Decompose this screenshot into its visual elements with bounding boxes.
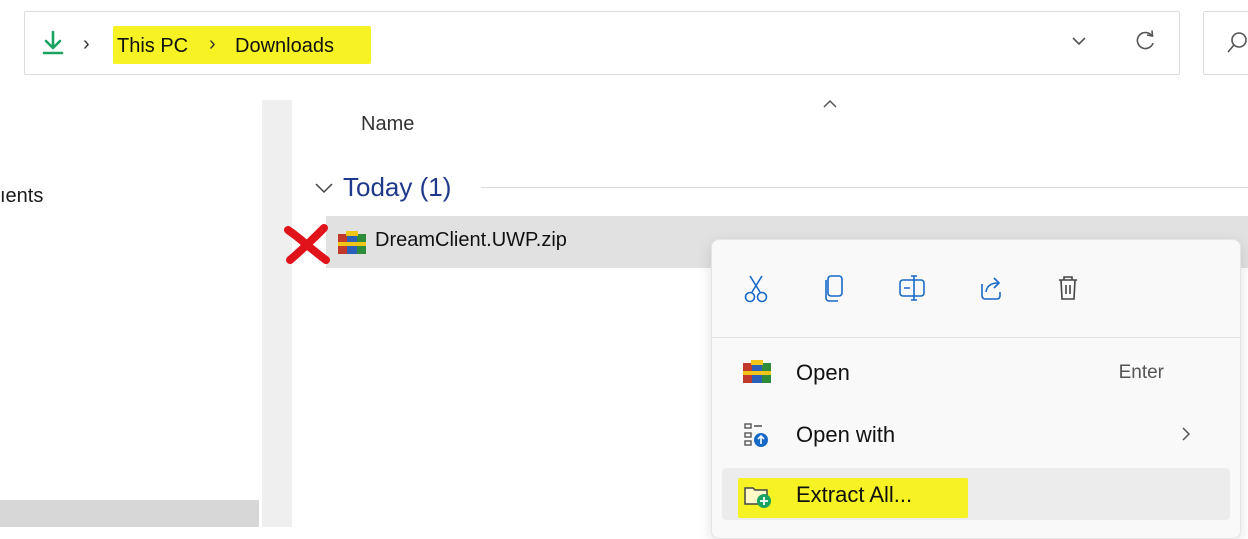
menu-item-open-with[interactable]: Open with xyxy=(722,408,1230,460)
open-with-icon xyxy=(744,423,768,447)
nav-item-documents[interactable]: ıents xyxy=(0,185,43,208)
chevron-right-icon xyxy=(1182,427,1191,441)
nav-pane-scrollbar[interactable] xyxy=(262,100,292,527)
context-menu-divider xyxy=(712,337,1240,338)
menu-item-label: Open with xyxy=(796,422,896,447)
sort-ascending-icon xyxy=(823,99,837,108)
column-header-name[interactable]: Name xyxy=(361,113,414,136)
address-bar[interactable]: › This PC › Downloads xyxy=(24,11,1180,75)
breadcrumb-separator: › xyxy=(83,33,90,55)
search-box[interactable] xyxy=(1203,11,1248,75)
group-header-today[interactable]: Today (1) xyxy=(343,172,451,203)
winrar-archive-icon xyxy=(338,231,366,254)
cut-icon[interactable] xyxy=(738,270,774,306)
context-menu: Open Enter Open with Extract All... xyxy=(711,239,1241,539)
group-divider xyxy=(481,187,1248,188)
rename-icon[interactable] xyxy=(894,270,930,306)
nav-item-selected[interactable] xyxy=(0,500,259,527)
menu-item-label: Open xyxy=(796,360,850,385)
search-icon xyxy=(1227,32,1247,53)
menu-item-open[interactable]: Open Enter xyxy=(722,346,1230,398)
share-icon[interactable] xyxy=(972,270,1008,306)
download-arrow-icon xyxy=(42,30,64,55)
group-collapse-chevron-icon[interactable] xyxy=(313,181,335,195)
copy-icon[interactable] xyxy=(816,270,852,306)
red-x-annotation-icon xyxy=(284,224,330,264)
delete-icon[interactable] xyxy=(1050,270,1086,306)
refresh-icon[interactable] xyxy=(1133,28,1157,54)
menu-item-label: Extract All... xyxy=(796,482,913,507)
winrar-archive-icon xyxy=(743,360,771,383)
breadcrumb-this-pc[interactable]: This PC xyxy=(117,34,188,58)
menu-item-shortcut: Enter xyxy=(1118,362,1164,383)
breadcrumb-separator: › xyxy=(209,33,216,55)
breadcrumb-downloads[interactable]: Downloads xyxy=(235,34,334,58)
menu-item-extract-all[interactable]: Extract All... xyxy=(722,468,1230,520)
chevron-down-icon[interactable] xyxy=(1069,34,1089,48)
extract-folder-icon xyxy=(744,487,771,508)
file-name[interactable]: DreamClient.UWP.zip xyxy=(375,229,567,252)
